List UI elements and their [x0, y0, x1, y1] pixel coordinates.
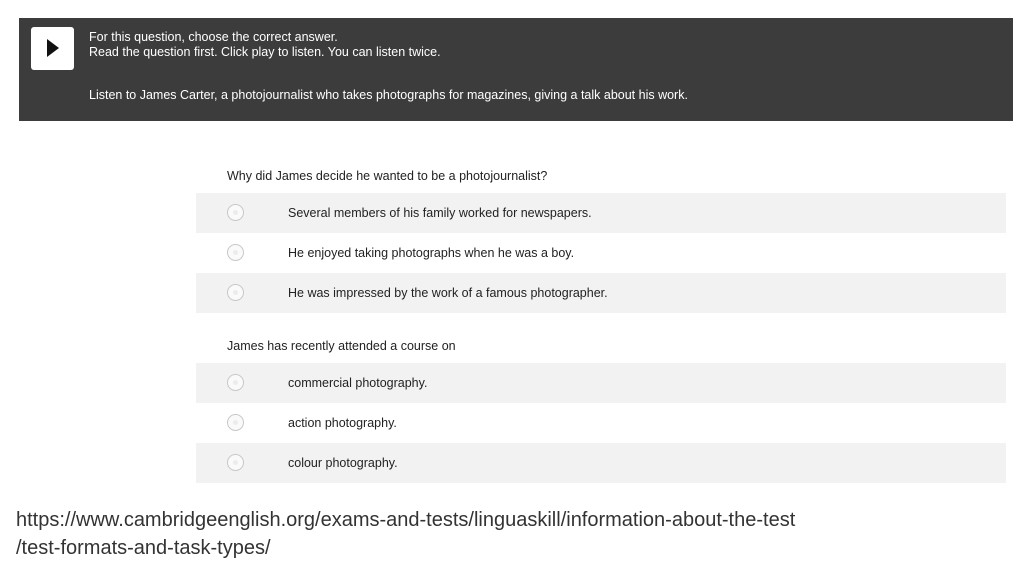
answer-option-2c[interactable]: colour photography. — [196, 443, 1006, 483]
option-label: action photography. — [288, 416, 397, 430]
radio-button[interactable] — [227, 454, 244, 471]
play-button[interactable] — [31, 27, 74, 70]
question-text: James has recently attended a course on — [227, 339, 456, 353]
listening-context: Listen to James Carter, a photojournalis… — [89, 88, 688, 102]
radio-button[interactable] — [227, 284, 244, 301]
source-url-line-2: /test-formats-and-task-types/ — [16, 537, 271, 559]
answer-option-2a[interactable]: commercial photography. — [196, 363, 1006, 403]
source-url-caption: https://www.cambridgeenglish.org/exams-a… — [16, 506, 795, 562]
play-icon[interactable] — [47, 39, 59, 57]
option-label: commercial photography. — [288, 376, 428, 390]
source-url-line-1: https://www.cambridgeenglish.org/exams-a… — [16, 509, 796, 531]
answer-option-1b[interactable]: He enjoyed taking photographs when he wa… — [196, 233, 1006, 273]
instruction-line-1: For this question, choose the correct an… — [89, 30, 338, 44]
answer-option-1c[interactable]: He was impressed by the work of a famous… — [196, 273, 1006, 313]
question-text: Why did James decide he wanted to be a p… — [227, 169, 548, 183]
radio-button[interactable] — [227, 374, 244, 391]
radio-button[interactable] — [227, 414, 244, 431]
answer-option-2b[interactable]: action photography. — [196, 403, 1006, 443]
option-label: Several members of his family worked for… — [288, 206, 592, 220]
option-label: He enjoyed taking photographs when he wa… — [288, 246, 575, 260]
question-2: James has recently attended a course on … — [196, 330, 1006, 483]
page: For this question, choose the correct an… — [0, 0, 1031, 581]
radio-button[interactable] — [227, 204, 244, 221]
radio-button[interactable] — [227, 244, 244, 261]
option-label: colour photography. — [288, 456, 398, 470]
answer-option-1a[interactable]: Several members of his family worked for… — [196, 193, 1006, 233]
option-label: He was impressed by the work of a famous… — [288, 286, 608, 300]
instruction-bar: For this question, choose the correct an… — [19, 18, 1013, 121]
instruction-line-2: Read the question first. Click play to l… — [89, 45, 441, 59]
question-1: Why did James decide he wanted to be a p… — [196, 160, 1006, 313]
